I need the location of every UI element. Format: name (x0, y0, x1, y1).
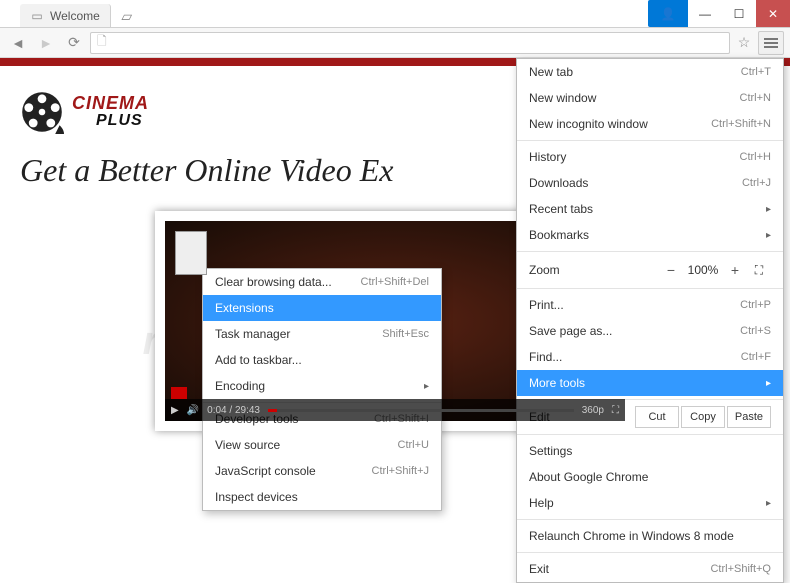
page-favicon-icon: ▭ (30, 9, 44, 23)
chrome-main-menu: New tabCtrl+T New windowCtrl+N New incog… (516, 58, 784, 583)
chevron-right-icon: ▸ (766, 378, 771, 389)
paste-button[interactable]: Paste (727, 406, 771, 428)
copy-button[interactable]: Copy (681, 406, 725, 428)
menu-about[interactable]: About Google Chrome (517, 464, 783, 490)
window-titlebar: ▭ Welcome ▱ 👤 — ☐ ✕ (0, 0, 790, 28)
menu-zoom: Zoom − 100% + ⛶ (517, 255, 783, 285)
zoom-out-button[interactable]: − (659, 262, 683, 278)
menu-recent-tabs[interactable]: Recent tabs▸ (517, 196, 783, 222)
cut-button[interactable]: Cut (635, 406, 679, 428)
menu-print[interactable]: Print...Ctrl+P (517, 292, 783, 318)
fullscreen-icon[interactable]: ⛶ (612, 405, 619, 416)
menu-save-as[interactable]: Save page as...Ctrl+S (517, 318, 783, 344)
menu-task-manager[interactable]: Task managerShift+Esc (203, 321, 441, 347)
address-bar[interactable]: 🗋 (90, 32, 730, 54)
light-switch-icon (175, 231, 207, 275)
menu-extensions[interactable]: Extensions (203, 295, 441, 321)
bookmark-star-icon[interactable]: ☆ (734, 34, 754, 51)
menu-encoding[interactable]: Encoding▸ (203, 373, 441, 399)
logo-text-plus: PLUS (96, 113, 149, 130)
back-button[interactable]: ◄ (6, 31, 30, 55)
browser-toolbar: ◄ ► ⟳ 🗋 ☆ (0, 28, 790, 58)
forward-button[interactable]: ► (34, 31, 58, 55)
tab-title: Welcome (50, 9, 100, 23)
film-reel-icon (20, 90, 64, 134)
menu-relaunch[interactable]: Relaunch Chrome in Windows 8 mode (517, 523, 783, 549)
video-controls[interactable]: ▶ 🔊 0:04 / 29:43 360p ⛶ (165, 399, 625, 421)
chevron-right-icon: ▸ (424, 381, 429, 392)
window-minimize-button[interactable]: — (688, 0, 722, 27)
fullscreen-button[interactable]: ⛶ (747, 263, 771, 278)
video-progress[interactable] (268, 409, 574, 412)
chevron-right-icon: ▸ (766, 204, 771, 215)
menu-new-tab[interactable]: New tabCtrl+T (517, 59, 783, 85)
window-close-button[interactable]: ✕ (756, 0, 790, 27)
chevron-right-icon: ▸ (766, 230, 771, 241)
menu-downloads[interactable]: DownloadsCtrl+J (517, 170, 783, 196)
video-quality[interactable]: 360p (582, 405, 604, 416)
reload-button[interactable]: ⟳ (62, 31, 86, 55)
menu-new-window[interactable]: New windowCtrl+N (517, 85, 783, 111)
zoom-in-button[interactable]: + (723, 262, 747, 278)
volume-icon[interactable]: 🔊 (187, 405, 199, 416)
menu-find[interactable]: Find...Ctrl+F (517, 344, 783, 370)
profile-icon[interactable]: 👤 (648, 0, 688, 27)
menu-add-to-taskbar[interactable]: Add to taskbar... (203, 347, 441, 373)
chevron-right-icon: ▸ (766, 498, 771, 509)
menu-more-tools[interactable]: More tools▸ (517, 370, 783, 396)
menu-exit[interactable]: ExitCtrl+Shift+Q (517, 556, 783, 582)
menu-js-console[interactable]: JavaScript consoleCtrl+Shift+J (203, 458, 441, 484)
browser-tab[interactable]: ▭ Welcome (20, 4, 111, 27)
logo-text-cinema: CINEMA (72, 94, 149, 113)
new-tab-button[interactable]: ▱ (115, 6, 139, 27)
menu-clear-browsing-data[interactable]: Clear browsing data...Ctrl+Shift+Del (203, 269, 441, 295)
menu-bookmarks[interactable]: Bookmarks▸ (517, 222, 783, 248)
more-tools-submenu: Clear browsing data...Ctrl+Shift+Del Ext… (202, 268, 442, 511)
video-time: 0:04 / 29:43 (207, 405, 260, 416)
chrome-menu-button[interactable] (758, 31, 784, 55)
menu-help[interactable]: Help▸ (517, 490, 783, 516)
menu-view-source[interactable]: View sourceCtrl+U (203, 432, 441, 458)
window-maximize-button[interactable]: ☐ (722, 0, 756, 27)
menu-inspect-devices[interactable]: Inspect devices (203, 484, 441, 510)
menu-new-incognito[interactable]: New incognito windowCtrl+Shift+N (517, 111, 783, 137)
page-icon: 🗋 (97, 32, 107, 53)
zoom-value: 100% (683, 263, 723, 277)
youtube-logo-icon (171, 387, 187, 399)
menu-settings[interactable]: Settings (517, 438, 783, 464)
play-button[interactable]: ▶ (171, 405, 179, 416)
menu-history[interactable]: HistoryCtrl+H (517, 144, 783, 170)
